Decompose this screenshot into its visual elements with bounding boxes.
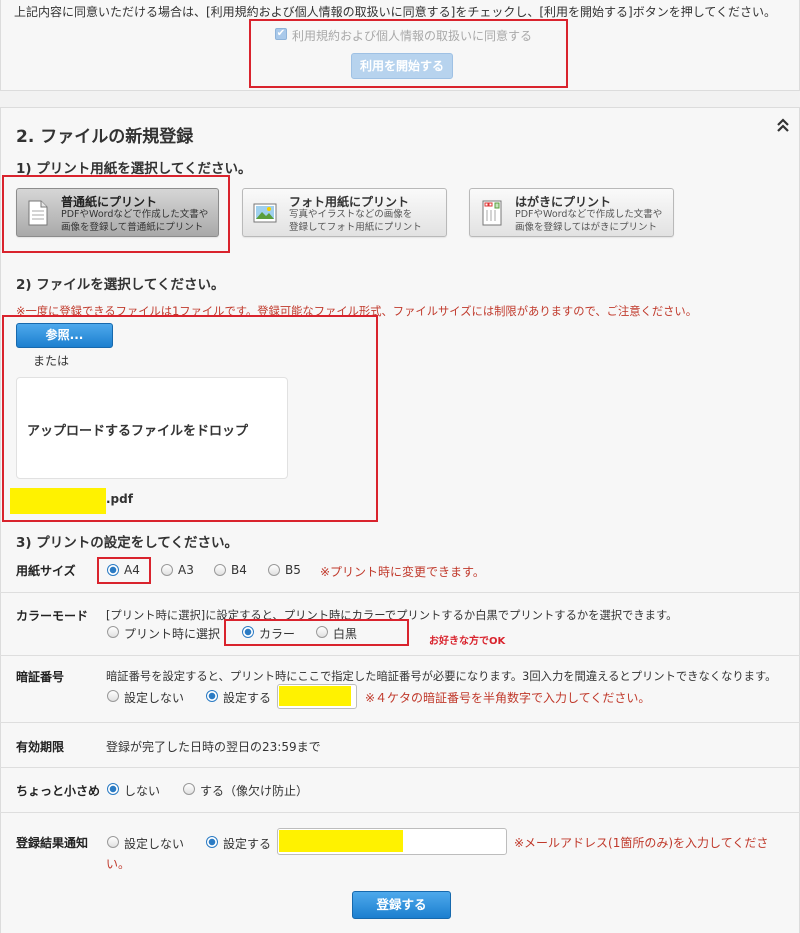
step3-heading: 3) プリントの設定をしてください。 <box>16 535 238 551</box>
radio-mono-label[interactable]: 白黒 <box>333 625 357 642</box>
postcard-icon <box>482 200 502 226</box>
start-button[interactable]: 利用を開始する <box>351 53 453 79</box>
agree-checkbox[interactable]: ✔ <box>275 28 287 40</box>
terms-instruction: 上記内容に同意いただける場合は、[利用規約および個人情報の取扱いに同意する]をチ… <box>14 5 777 19</box>
row-divider <box>0 592 800 593</box>
radio-b4-label[interactable]: B4 <box>231 563 247 577</box>
radio-mono[interactable] <box>316 626 328 638</box>
radio-shrink-off[interactable] <box>107 783 119 795</box>
radio-color-label[interactable]: カラー <box>259 625 295 642</box>
radio-b4[interactable] <box>214 564 226 576</box>
paper-size-label: 用紙サイズ <box>16 564 76 578</box>
redacted-pin <box>279 686 351 706</box>
radio-select-at-print-label[interactable]: プリント時に選択 <box>124 625 220 642</box>
step2-heading: 2) ファイルを選択してください。 <box>16 277 225 293</box>
paper-option-desc: 写真やイラストなどの画像を <box>289 209 413 220</box>
paper-option-desc: 画像を登録して普通紙にプリント <box>61 222 204 233</box>
row-divider <box>0 767 800 768</box>
radio-pin-off-label[interactable]: 設定しない <box>124 689 184 706</box>
radio-b5-label[interactable]: B5 <box>285 563 301 577</box>
radio-pin-on[interactable] <box>206 690 218 702</box>
expiry-value: 登録が完了した日時の翌日の23:59まで <box>106 740 321 754</box>
agree-checkbox-label[interactable]: 利用規約および個人情報の取扱いに同意する <box>292 27 532 44</box>
document-icon <box>28 200 48 226</box>
paper-option-desc: 画像を登録してはがきにプリント <box>515 222 658 233</box>
paper-option-desc: 登録してフォト用紙にプリント <box>289 222 422 233</box>
annotation-note: お好きな方でOK <box>429 636 506 647</box>
radio-a4-label[interactable]: A4 <box>124 563 140 577</box>
browse-button[interactable]: 参照... <box>16 323 113 348</box>
paper-option-desc: PDFやWordなどで作成した文書や <box>61 209 209 220</box>
photo-icon <box>253 203 277 223</box>
radio-pin-off[interactable] <box>107 690 119 702</box>
notify-note-cont: い。 <box>106 857 131 871</box>
radio-notify-on-label[interactable]: 設定する <box>223 835 271 852</box>
color-mode-label: カラーモード <box>16 609 89 623</box>
redacted-email <box>279 830 403 852</box>
pin-desc: 暗証番号を設定すると、プリント時にここで指定した暗証番号が必要になります。3回入… <box>106 670 777 683</box>
radio-notify-on[interactable] <box>206 836 218 848</box>
step1-heading: 1) プリント用紙を選択してください。 <box>16 161 252 177</box>
double-chevron-up-icon[interactable] <box>775 117 791 135</box>
radio-shrink-on-label[interactable]: する（像欠け防止） <box>200 782 308 799</box>
section-title: 2. ファイルの新規登録 <box>16 127 194 147</box>
radio-a4[interactable] <box>107 564 119 576</box>
redacted-filename <box>10 488 106 514</box>
notify-note: ※メールアドレス(1箇所のみ)を入力してくださ <box>514 836 769 850</box>
row-divider <box>0 722 800 723</box>
radio-a3[interactable] <box>161 564 173 576</box>
paper-option-desc: PDFやWordなどで作成した文書や <box>515 209 663 220</box>
file-extension: .pdf <box>106 492 133 506</box>
radio-shrink-on[interactable] <box>183 783 195 795</box>
register-button[interactable]: 登録する <box>352 891 451 919</box>
radio-notify-off[interactable] <box>107 836 119 848</box>
radio-b5[interactable] <box>268 564 280 576</box>
row-divider <box>0 812 800 813</box>
radio-select-at-print[interactable] <box>107 626 119 638</box>
or-text: または <box>33 354 70 368</box>
pin-label: 暗証番号 <box>16 670 65 684</box>
radio-pin-on-label[interactable]: 設定する <box>223 689 271 706</box>
radio-shrink-off-label[interactable]: しない <box>124 782 160 799</box>
radio-color[interactable] <box>242 626 254 638</box>
radio-a3-label[interactable]: A3 <box>178 563 194 577</box>
expiry-label: 有効期限 <box>16 740 65 754</box>
row-divider <box>0 655 800 656</box>
shrink-label: ちょっと小さめ <box>16 784 101 798</box>
pin-note: ※４ケタの暗証番号を半角数字で入力してください。 <box>365 691 651 705</box>
paper-size-note: ※プリント時に変更できます。 <box>320 565 485 579</box>
radio-notify-off-label[interactable]: 設定しない <box>124 835 184 852</box>
notify-label: 登録結果通知 <box>16 836 89 850</box>
drop-zone-text: アップロードするファイルをドロップ <box>27 424 249 439</box>
